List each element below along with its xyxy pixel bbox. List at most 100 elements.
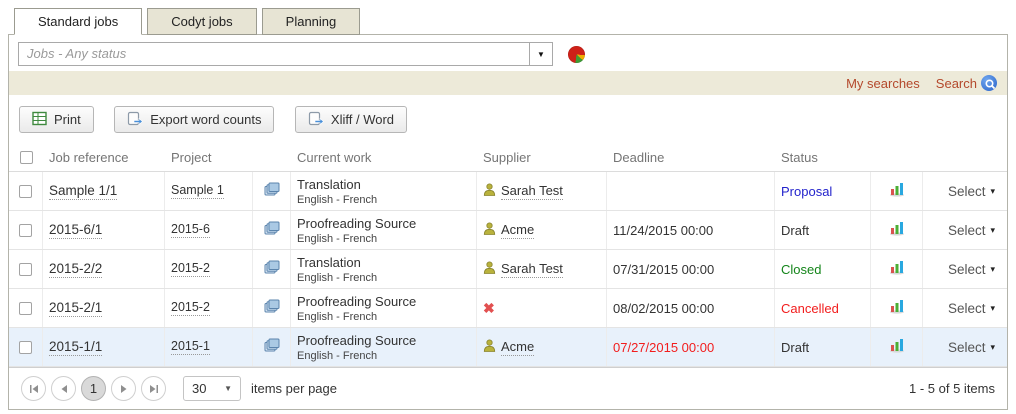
row-checkbox[interactable] bbox=[19, 185, 32, 198]
searches-bar: My searches Search bbox=[9, 71, 1007, 95]
deadline-text: 07/27/2015 00:00 bbox=[613, 340, 714, 355]
select-all-checkbox[interactable] bbox=[20, 151, 33, 164]
job-reference-link[interactable]: Sample 1/1 bbox=[49, 183, 117, 200]
project-link[interactable]: 2015-1 bbox=[171, 339, 210, 355]
header-job-reference: Job reference bbox=[43, 143, 165, 171]
supplier-link[interactable]: Acme bbox=[501, 339, 534, 356]
export-word-counts-button[interactable]: Export word counts bbox=[114, 106, 274, 133]
project-link[interactable]: Sample 1 bbox=[171, 183, 224, 199]
select-dropdown[interactable]: Select ▾ bbox=[948, 340, 995, 355]
search-icon[interactable] bbox=[981, 75, 997, 91]
supplier-link[interactable]: Sarah Test bbox=[501, 261, 563, 278]
deadline-text: 07/31/2015 00:00 bbox=[613, 262, 714, 277]
red-x-icon: ✖ bbox=[483, 301, 495, 315]
items-per-page-label: items per page bbox=[251, 381, 337, 396]
last-page-button[interactable] bbox=[141, 376, 166, 401]
documents-icon[interactable] bbox=[264, 182, 280, 201]
xliff-word-label: Xliff / Word bbox=[331, 112, 394, 127]
status-pie-icon[interactable] bbox=[568, 46, 585, 63]
items-summary: 1 - 5 of 5 items bbox=[909, 381, 995, 396]
tab-standard-jobs[interactable]: Standard jobs bbox=[14, 8, 142, 35]
table-row: 2015-2/1 2015-2 Proofreading Source Engl… bbox=[9, 289, 1007, 328]
project-link[interactable]: 2015-2 bbox=[171, 261, 210, 277]
documents-icon[interactable] bbox=[264, 299, 280, 318]
bar-chart-icon[interactable] bbox=[889, 298, 905, 319]
bar-chart-icon[interactable] bbox=[889, 259, 905, 280]
table-row: 2015-6/1 2015-6 Proofreading Source Engl… bbox=[9, 211, 1007, 250]
previous-page-button[interactable] bbox=[51, 376, 76, 401]
row-checkbox[interactable] bbox=[19, 302, 32, 315]
deadline-text: 08/02/2015 00:00 bbox=[613, 301, 714, 316]
header-project: Project bbox=[165, 143, 253, 171]
chevron-down-icon: ▾ bbox=[990, 264, 995, 275]
header-supplier: Supplier bbox=[477, 143, 607, 171]
select-dropdown[interactable]: Select ▾ bbox=[948, 301, 995, 316]
bar-chart-icon[interactable] bbox=[889, 181, 905, 202]
row-checkbox[interactable] bbox=[19, 341, 32, 354]
row-checkbox[interactable] bbox=[19, 263, 32, 276]
documents-icon[interactable] bbox=[264, 260, 280, 279]
language-pair: English - French bbox=[297, 233, 416, 245]
combobox-arrow-icon[interactable]: ▼ bbox=[529, 43, 552, 65]
project-link[interactable]: 2015-2 bbox=[171, 300, 210, 316]
select-dropdown[interactable]: Select ▾ bbox=[948, 223, 995, 238]
select-label: Select bbox=[948, 184, 986, 199]
search-link-label: Search bbox=[936, 76, 977, 91]
supplier-link[interactable]: Sarah Test bbox=[501, 183, 563, 200]
person-icon bbox=[483, 222, 496, 238]
select-label: Select bbox=[948, 262, 986, 277]
select-dropdown[interactable]: Select ▾ bbox=[948, 262, 995, 277]
table-header: Job reference Project Current work Suppl… bbox=[9, 143, 1007, 172]
person-icon bbox=[483, 261, 496, 277]
export-icon bbox=[308, 111, 324, 129]
select-label: Select bbox=[948, 340, 986, 355]
work-type: Proofreading Source bbox=[297, 294, 416, 309]
tab-strip: Standard jobs Codyt jobs Planning bbox=[8, 8, 1008, 35]
status-text: Closed bbox=[781, 262, 821, 277]
my-searches-link[interactable]: My searches bbox=[846, 76, 920, 91]
tab-codyt-jobs[interactable]: Codyt jobs bbox=[147, 8, 256, 35]
job-reference-link[interactable]: 2015-2/2 bbox=[49, 261, 102, 278]
xliff-word-button[interactable]: Xliff / Word bbox=[295, 106, 407, 133]
deadline-text: 11/24/2015 00:00 bbox=[613, 223, 713, 238]
supplier-link[interactable]: Acme bbox=[501, 222, 534, 239]
tab-planning[interactable]: Planning bbox=[262, 8, 361, 35]
table-row: Sample 1/1 Sample 1 Translation English … bbox=[9, 172, 1007, 211]
status-filter-value: Jobs - Any status bbox=[19, 43, 529, 65]
header-status: Status bbox=[775, 143, 871, 171]
language-pair: English - French bbox=[297, 272, 377, 284]
job-reference-link[interactable]: 2015-1/1 bbox=[49, 339, 102, 356]
first-page-button[interactable] bbox=[21, 376, 46, 401]
bar-chart-icon[interactable] bbox=[889, 220, 905, 241]
jobs-panel: Jobs - Any status ▼ My searches Search P… bbox=[8, 34, 1008, 410]
status-text: Cancelled bbox=[781, 301, 839, 316]
project-link[interactable]: 2015-6 bbox=[171, 222, 210, 238]
header-deadline: Deadline bbox=[607, 143, 775, 171]
excel-print-icon bbox=[32, 111, 47, 129]
documents-icon[interactable] bbox=[264, 338, 280, 357]
person-icon bbox=[483, 339, 496, 355]
documents-icon[interactable] bbox=[264, 221, 280, 240]
page-size-select[interactable]: 30 ▼ bbox=[183, 376, 241, 401]
page-size-value: 30 bbox=[192, 381, 206, 396]
chevron-down-icon: ▼ bbox=[224, 384, 232, 393]
row-checkbox[interactable] bbox=[19, 224, 32, 237]
export-icon bbox=[127, 111, 143, 129]
bar-chart-icon[interactable] bbox=[889, 337, 905, 358]
job-reference-link[interactable]: 2015-6/1 bbox=[49, 222, 102, 239]
next-page-button[interactable] bbox=[111, 376, 136, 401]
chevron-down-icon: ▾ bbox=[990, 342, 995, 353]
select-label: Select bbox=[948, 223, 986, 238]
job-reference-link[interactable]: 2015-2/1 bbox=[49, 300, 102, 317]
page-1-button[interactable]: 1 bbox=[81, 376, 106, 401]
select-dropdown[interactable]: Select ▾ bbox=[948, 184, 995, 199]
status-filter-combobox[interactable]: Jobs - Any status ▼ bbox=[18, 42, 553, 66]
work-type: Proofreading Source bbox=[297, 333, 416, 348]
pagination-bar: 1 30 ▼ items per page 1 - 5 of 5 items bbox=[9, 367, 1007, 409]
search-link[interactable]: Search bbox=[936, 75, 997, 91]
print-button[interactable]: Print bbox=[19, 106, 94, 133]
chevron-down-icon: ▾ bbox=[990, 186, 995, 197]
status-text: Draft bbox=[781, 340, 809, 355]
work-type: Translation bbox=[297, 177, 377, 192]
toolbar: Print Export word counts Xliff / Word bbox=[9, 95, 1007, 143]
